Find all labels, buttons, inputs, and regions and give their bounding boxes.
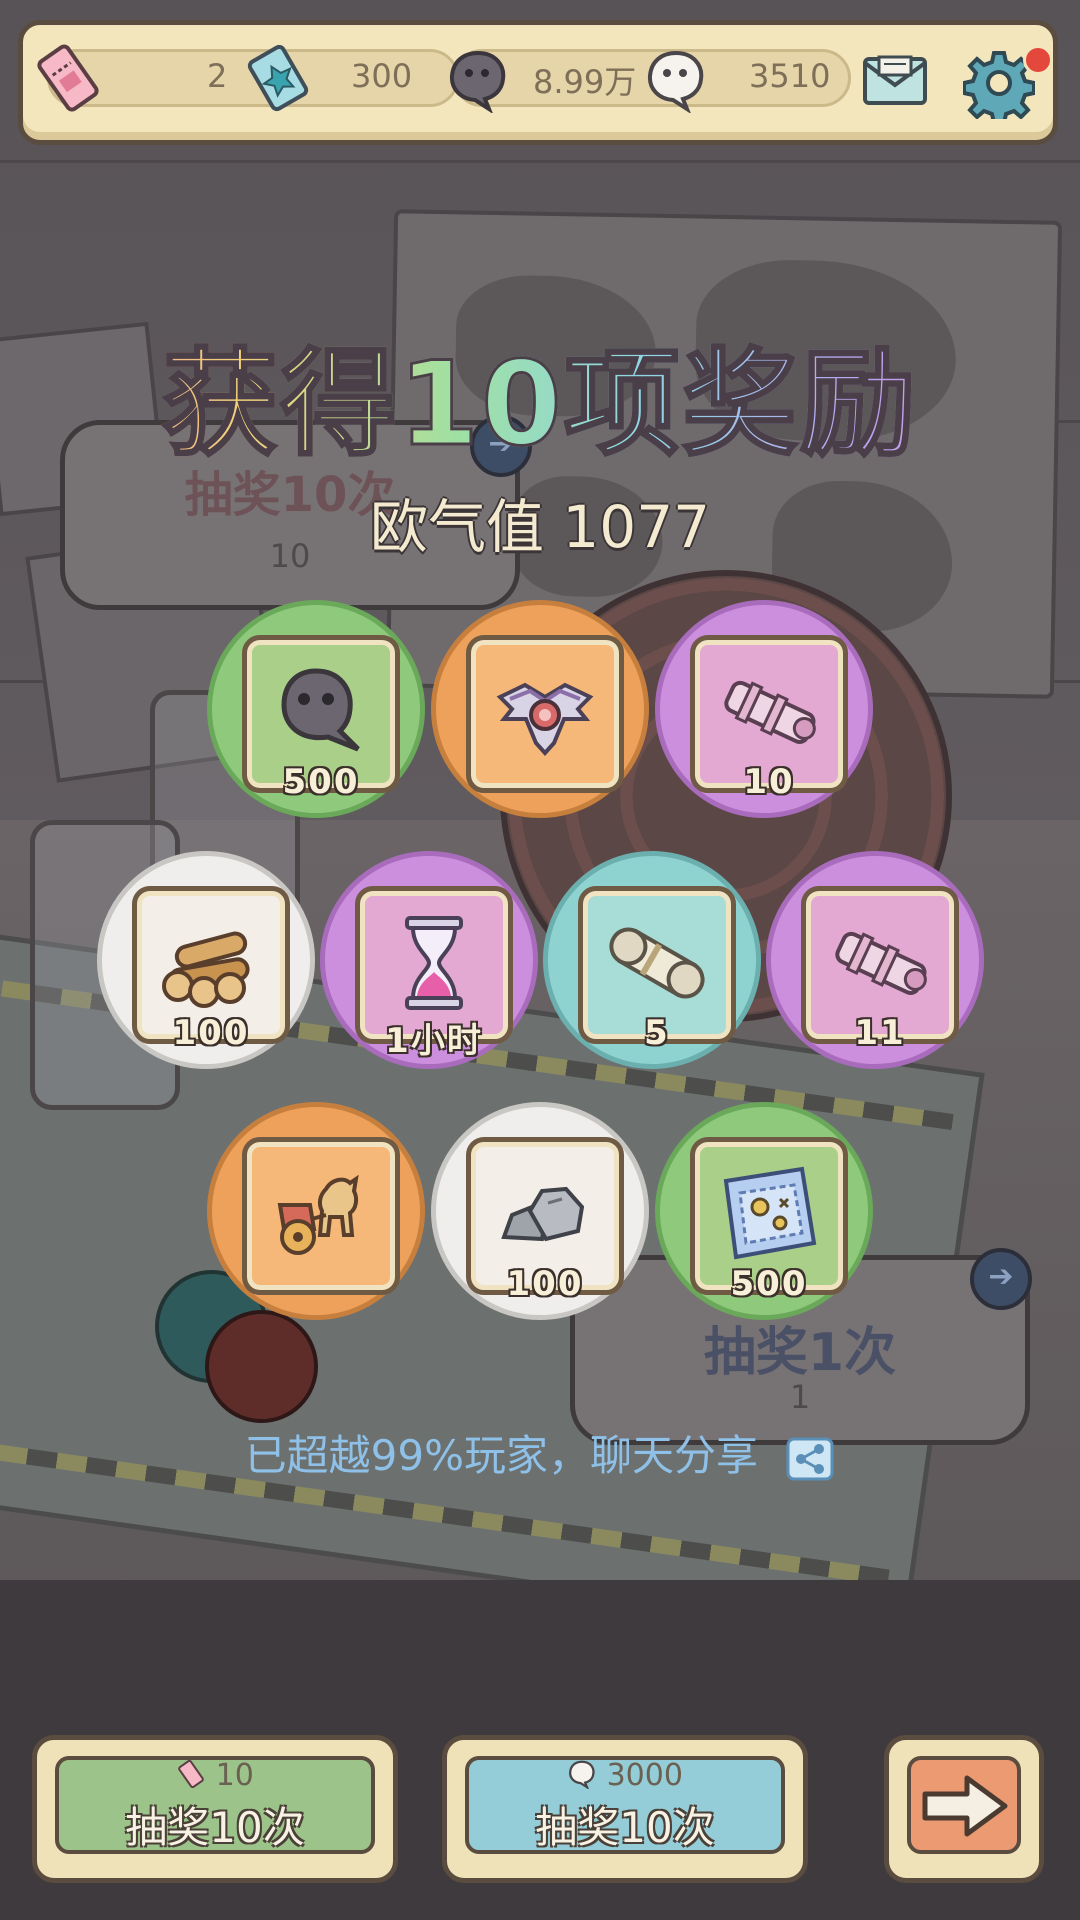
ticket-draw-cost: 10 (37, 1758, 393, 1793)
next-button[interactable] (884, 1735, 1044, 1883)
bubble-draw-cost-value: 3000 (606, 1758, 683, 1793)
bubble-draw-10-button[interactable]: 3000 抽奖10次 (442, 1735, 808, 1883)
light-bubble-icon (647, 50, 704, 113)
arrow-right-icon: ➔ (970, 1248, 1032, 1310)
share-text[interactable]: 已超越99%玩家，聊天分享 (245, 1431, 758, 1480)
treasure-map-icon (723, 1166, 817, 1260)
dark-bubble-count: 8.99万 (533, 63, 637, 101)
ticket-icon (37, 44, 99, 112)
notification-dot (1023, 45, 1053, 75)
reward-item[interactable]: 1小时 (320, 851, 538, 1069)
reward-quantity: 10 (743, 762, 795, 802)
gem-ticket-icon (247, 44, 309, 112)
reward-item[interactable]: 100 (431, 1102, 649, 1320)
bubble-draw-cost: 3000 (447, 1758, 803, 1793)
reward-quantity: 11 (854, 1013, 906, 1053)
ticket-draw-cost-value: 10 (215, 1758, 254, 1793)
reward-item[interactable]: 10 (655, 600, 873, 818)
resource-bar: 2 300 8.99万 3510 (18, 20, 1058, 145)
reward-quantity: 100 (172, 1013, 250, 1053)
stones-icon (501, 1186, 585, 1242)
ticket-draw-10-button[interactable]: 10 抽奖10次 (32, 1735, 398, 1883)
ticket-count: 2 (207, 57, 228, 95)
wood-logs-icon (162, 931, 250, 1008)
bubble-draw-label: 抽奖10次 (535, 1803, 715, 1852)
reward-quantity: 500 (730, 1264, 808, 1304)
ball (205, 1310, 318, 1423)
ticket-icon (178, 1759, 204, 1789)
speech-bubble-icon (281, 668, 360, 752)
reward-item[interactable]: 500 (655, 1102, 873, 1320)
reward-item[interactable] (431, 600, 649, 818)
scroll-icon (609, 927, 705, 999)
reward-item[interactable] (207, 1102, 425, 1320)
cannon-icon (835, 931, 927, 995)
dark-bubble-icon (449, 50, 506, 113)
reward-quantity: 5 (644, 1013, 670, 1053)
reward-item[interactable]: 11 (766, 851, 984, 1069)
share-row[interactable]: 已超越99%玩家，聊天分享 (0, 1422, 1080, 1483)
reward-item[interactable]: 500 (207, 600, 425, 818)
ticket-draw-label: 抽奖10次 (125, 1803, 305, 1852)
reward-item[interactable]: 5 (543, 851, 761, 1069)
chariot-icon (277, 1174, 359, 1255)
reward-quantity: 1小时 (385, 1021, 483, 1061)
reward-title: 获得10项奖励 (0, 310, 1080, 478)
arrow-right-icon (922, 1775, 1008, 1837)
cannon-icon (724, 680, 816, 744)
light-bubble-count: 3510 (749, 57, 831, 95)
mail-icon[interactable] (861, 55, 929, 107)
draw1-panel-label: 抽奖1次 (703, 1323, 897, 1383)
light-bubble-icon (569, 1760, 595, 1791)
reward-quantity: 500 (282, 762, 360, 802)
luck-value: 欧气值 1077 (369, 493, 711, 561)
reward-item[interactable]: 100 (97, 851, 315, 1069)
hourglass-icon (405, 916, 463, 1010)
share-icon[interactable] (785, 1436, 835, 1482)
gem-count: 300 (351, 57, 413, 95)
reward-quantity: 100 (506, 1264, 584, 1304)
armored-emblem-icon (496, 682, 594, 756)
draw1-panel-cost: 1 (789, 1378, 811, 1416)
